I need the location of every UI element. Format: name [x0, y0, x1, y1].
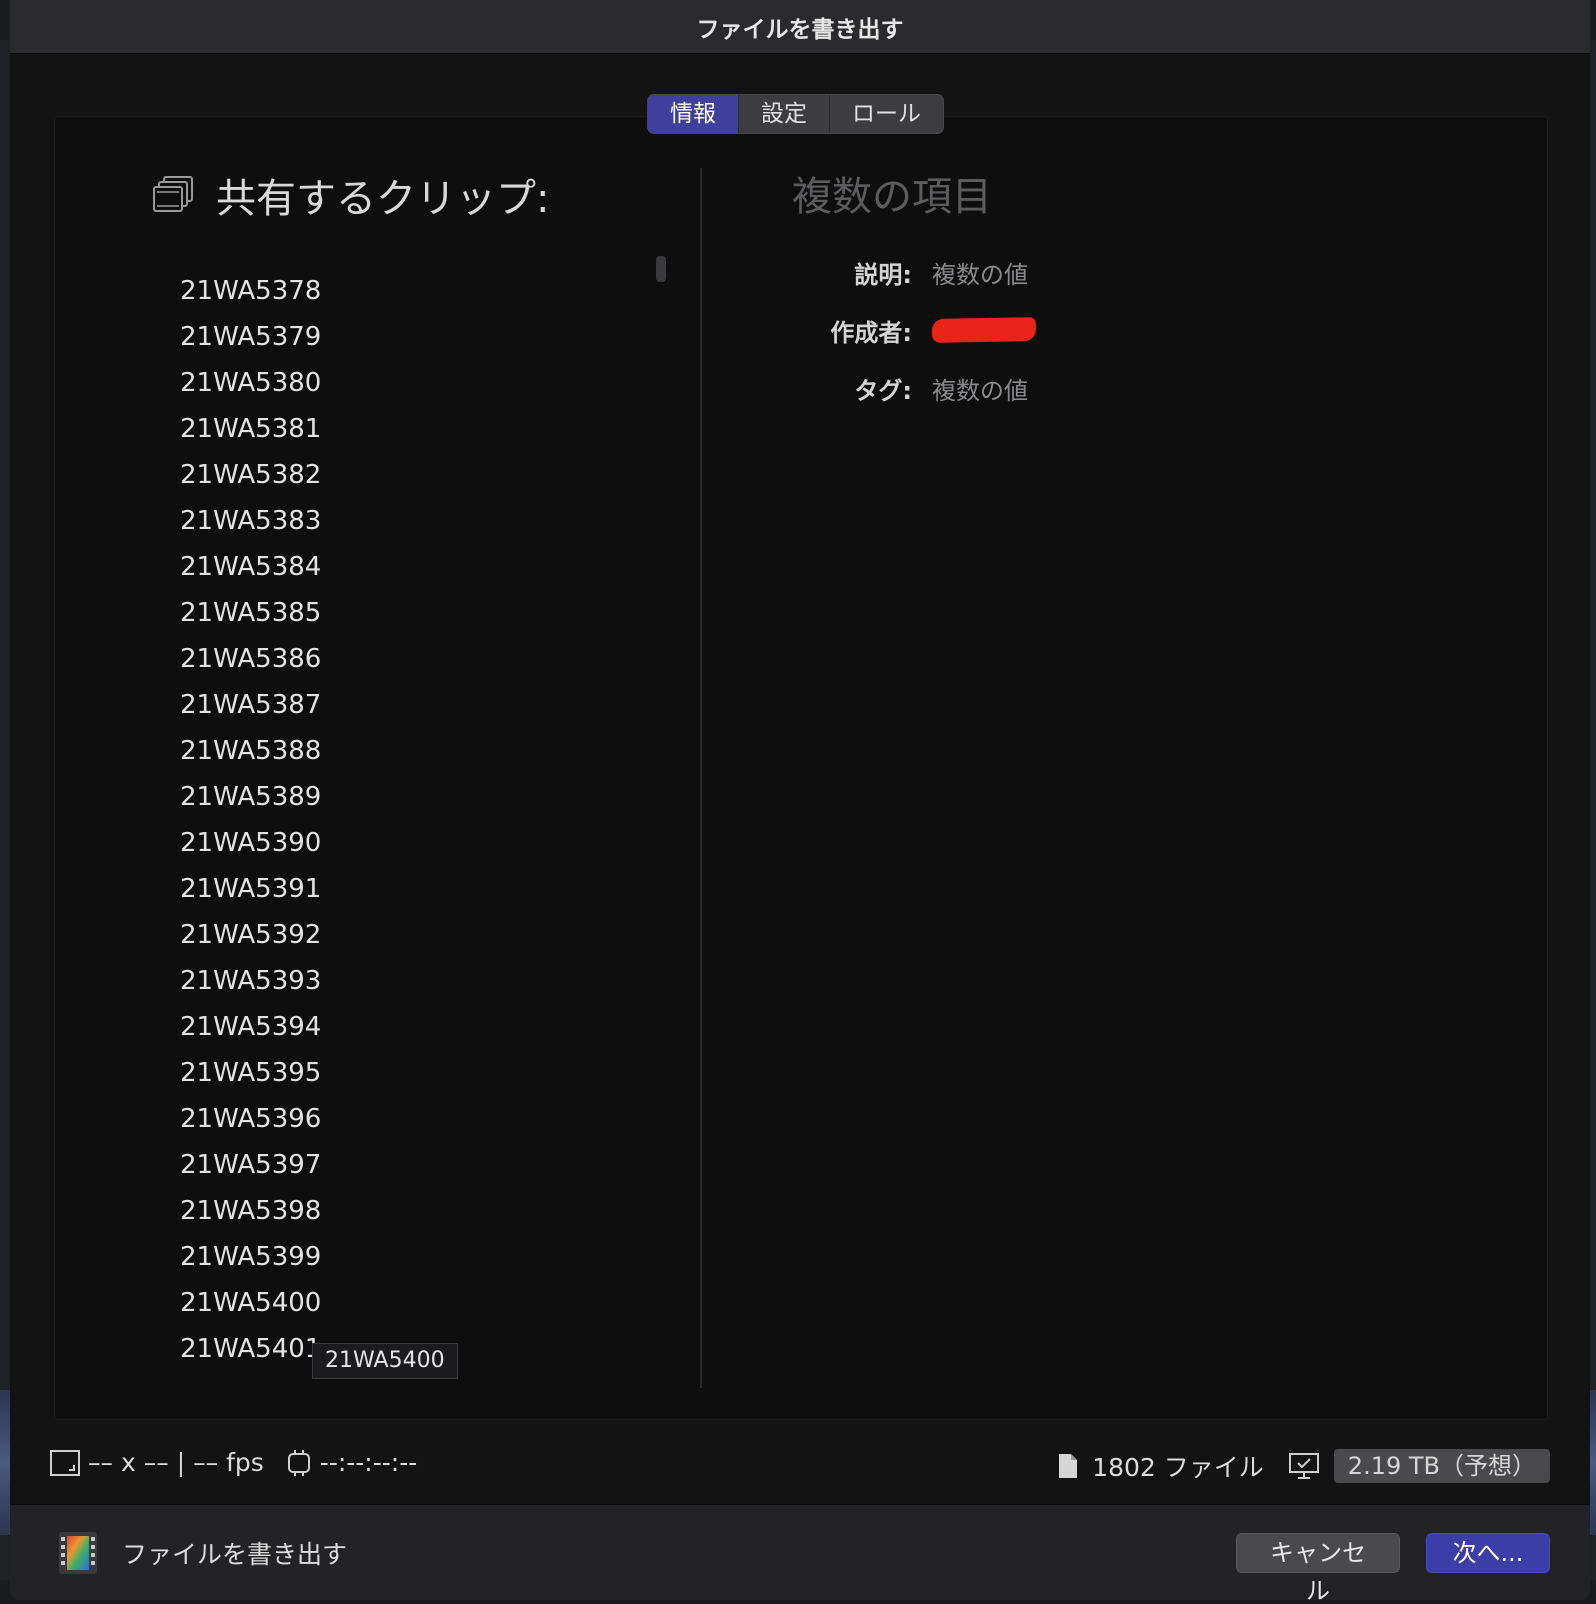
clips-stack-icon	[153, 176, 193, 212]
info-title: 複数の項目	[792, 174, 992, 220]
status-bar: –– x –– | –– fps --:--:--:-- 1802 ファイル 2…	[10, 1440, 1590, 1490]
next-button[interactable]: 次へ...	[1426, 1533, 1550, 1573]
tab-roles[interactable]: ロール	[829, 95, 943, 133]
tags-row: タグ: 複数の値	[770, 368, 1470, 408]
description-label: 説明:	[854, 260, 912, 289]
list-item[interactable]: 21WA5378	[180, 268, 660, 314]
list-item[interactable]: 21WA5389	[180, 774, 660, 820]
tags-value[interactable]: 複数の値	[932, 371, 1028, 406]
tab-settings[interactable]: 設定	[738, 95, 829, 133]
list-item[interactable]: 21WA5385	[180, 590, 660, 636]
list-item[interactable]: 21WA5394	[180, 1004, 660, 1050]
format-info: –– x –– | –– fps --:--:--:--	[50, 1448, 417, 1477]
list-item[interactable]: 21WA5392	[180, 912, 660, 958]
title-bar: ファイルを書き出す	[10, 0, 1590, 54]
tab-info[interactable]: 情報	[648, 95, 738, 133]
resolution-value: –– x ––	[88, 1448, 169, 1477]
film-strip-icon	[59, 1532, 97, 1574]
clip-tooltip: 21WA5400	[312, 1343, 458, 1379]
background-thumbnail-left	[0, 1390, 10, 1535]
display-check-icon	[1288, 1453, 1319, 1479]
list-item[interactable]: 21WA5384	[180, 544, 660, 590]
list-item[interactable]: 21WA5397	[180, 1142, 660, 1188]
size-estimate: 2.19 TB（予想）	[1333, 1449, 1550, 1483]
list-item[interactable]: 21WA5380	[180, 360, 660, 406]
clips-heading: 共有するクリップ:	[216, 176, 550, 222]
list-item[interactable]: 21WA5400	[180, 1280, 660, 1326]
clip-list[interactable]: 21WA5378 21WA5379 21WA5380 21WA5381 21WA…	[180, 268, 660, 1374]
list-item[interactable]: 21WA5399	[180, 1234, 660, 1280]
separator-bar-icon: |	[176, 1448, 186, 1477]
file-count: 1802 ファイル	[1092, 1453, 1264, 1482]
creator-row: 作成者:	[770, 310, 1470, 350]
list-item[interactable]: 21WA5395	[180, 1050, 660, 1096]
creator-value[interactable]	[931, 317, 1037, 343]
list-item[interactable]: 21WA5386	[180, 636, 660, 682]
list-item[interactable]: 21WA5396	[180, 1096, 660, 1142]
tab-bar: 情報 設定 ロール	[647, 94, 944, 134]
column-divider	[700, 168, 702, 1388]
list-item[interactable]: 21WA5387	[180, 682, 660, 728]
description-row: 説明: 複数の値	[770, 252, 1470, 292]
cancel-button[interactable]: キャンセル	[1236, 1533, 1400, 1600]
list-item[interactable]: 21WA5379	[180, 314, 660, 360]
tags-label: タグ:	[854, 376, 912, 405]
list-item[interactable]: 21WA5383	[180, 498, 660, 544]
window-title: ファイルを書き出す	[696, 17, 904, 43]
list-item[interactable]: 21WA5382	[180, 452, 660, 498]
list-item[interactable]: 21WA5393	[180, 958, 660, 1004]
file-icon	[1059, 1454, 1078, 1478]
creator-label: 作成者:	[830, 318, 912, 347]
timecode-value: --:--:--:--	[319, 1448, 418, 1477]
list-item[interactable]: 21WA5388	[180, 728, 660, 774]
list-item[interactable]: 21WA5390	[180, 820, 660, 866]
clips-header: 共有するクリップ:	[152, 166, 549, 224]
list-item[interactable]: 21WA5381	[180, 406, 660, 452]
output-info: 1802 ファイル 2.19 TB（予想）	[1058, 1448, 1550, 1484]
footer-label: ファイルを書き出す	[122, 1540, 348, 1569]
list-item[interactable]: 21WA5391	[180, 866, 660, 912]
resolution-icon	[50, 1449, 80, 1476]
footer-bar: ファイルを書き出す キャンセル 次へ...	[10, 1504, 1590, 1600]
fps-value: –– fps	[193, 1448, 264, 1477]
timecode-icon	[287, 1449, 310, 1476]
list-item[interactable]: 21WA5398	[180, 1188, 660, 1234]
redaction-mark	[931, 317, 1037, 343]
description-value[interactable]: 複数の値	[932, 255, 1028, 290]
export-sheet: ファイルを書き出す 情報 設定 ロール 共有するクリップ: 21WA5378 2…	[10, 0, 1590, 1600]
